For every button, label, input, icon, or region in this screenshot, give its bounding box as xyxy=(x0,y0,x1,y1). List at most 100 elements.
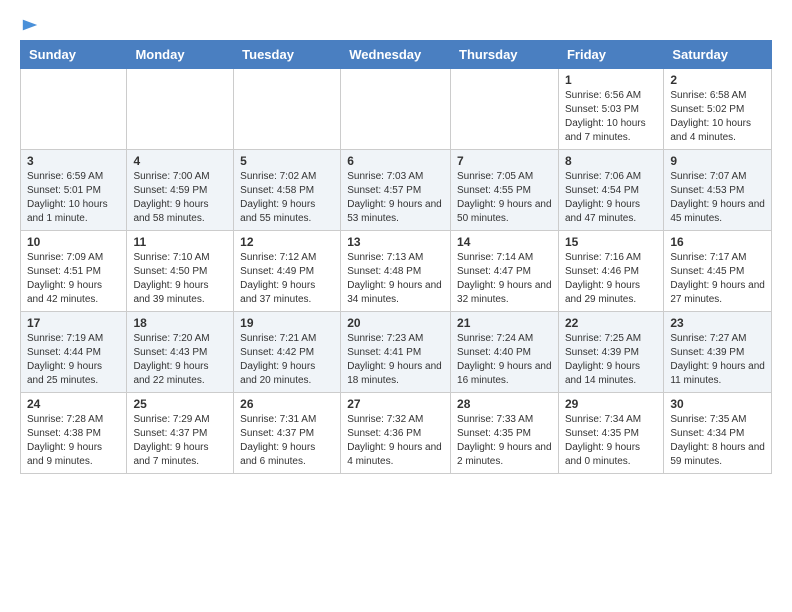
day-info: Sunrise: 7:28 AM Sunset: 4:38 PM Dayligh… xyxy=(27,413,120,469)
calendar-cell: 8Sunrise: 7:06 AM Sunset: 4:54 PM Daylig… xyxy=(558,150,663,231)
calendar-cell: 16 Sunrise: 7:17 AM Sunset: 4:45 PM Dayli… xyxy=(664,231,772,312)
calendar-cell: 2Sunrise: 6:58 AM Sunset: 5:02 PM Daylig… xyxy=(664,69,772,150)
calendar-cell: 27 Sunrise: 7:32 AM Sunset: 4:36 PM Dayli… xyxy=(341,393,451,474)
day-info: Sunrise: 7:32 AM Sunset: 4:36 PM Dayligh… xyxy=(347,413,444,469)
day-number: 27 xyxy=(347,397,444,411)
day-number: 3 xyxy=(27,154,120,168)
day-number: 25 xyxy=(133,397,227,411)
calendar-cell: 22Sunrise: 7:25 AM Sunset: 4:39 PM Dayli… xyxy=(558,312,663,393)
day-number: 2 xyxy=(670,73,765,87)
day-info: Sunrise: 7:02 AM Sunset: 4:58 PM Dayligh… xyxy=(240,170,334,226)
week-row-5: 24 Sunrise: 7:28 AM Sunset: 4:38 PM Dayli… xyxy=(21,393,772,474)
calendar-cell: 25 Sunrise: 7:29 AM Sunset: 4:37 PM Dayli… xyxy=(127,393,234,474)
day-info: Sunrise: 7:00 AM Sunset: 4:59 PM Dayligh… xyxy=(133,170,227,226)
calendar-cell xyxy=(341,69,451,150)
day-number: 23 xyxy=(670,316,765,330)
calendar-cell: 1Sunrise: 6:56 AM Sunset: 5:03 PM Daylig… xyxy=(558,69,663,150)
day-info: Sunrise: 7:07 AM Sunset: 4:53 PM Dayligh… xyxy=(670,170,765,226)
week-row-1: 1Sunrise: 6:56 AM Sunset: 5:03 PM Daylig… xyxy=(21,69,772,150)
day-number: 6 xyxy=(347,154,444,168)
day-info: Sunrise: 7:21 AM Sunset: 4:42 PM Dayligh… xyxy=(240,332,334,388)
day-number: 28 xyxy=(457,397,552,411)
calendar-cell: 26 Sunrise: 7:31 AM Sunset: 4:37 PM Dayli… xyxy=(234,393,341,474)
day-info: Sunrise: 6:59 AM Sunset: 5:01 PM Dayligh… xyxy=(27,170,120,226)
calendar-cell: 24 Sunrise: 7:28 AM Sunset: 4:38 PM Dayli… xyxy=(21,393,127,474)
day-info: Sunrise: 7:10 AM Sunset: 4:50 PM Dayligh… xyxy=(133,251,227,307)
calendar-cell: 30Sunrise: 7:35 AM Sunset: 4:34 PM Dayli… xyxy=(664,393,772,474)
column-header-wednesday: Wednesday xyxy=(341,41,451,69)
column-header-thursday: Thursday xyxy=(451,41,559,69)
calendar-cell: 18Sunrise: 7:20 AM Sunset: 4:43 PM Dayli… xyxy=(127,312,234,393)
logo-arrow-icon xyxy=(21,16,39,34)
column-header-tuesday: Tuesday xyxy=(234,41,341,69)
calendar-cell: 20 Sunrise: 7:23 AM Sunset: 4:41 PM Dayli… xyxy=(341,312,451,393)
calendar-cell: 4 Sunrise: 7:00 AM Sunset: 4:59 PM Daylig… xyxy=(127,150,234,231)
calendar-cell: 21 Sunrise: 7:24 AM Sunset: 4:40 PM Dayli… xyxy=(451,312,559,393)
column-header-monday: Monday xyxy=(127,41,234,69)
day-number: 13 xyxy=(347,235,444,249)
day-info: Sunrise: 7:05 AM Sunset: 4:55 PM Dayligh… xyxy=(457,170,552,226)
day-number: 21 xyxy=(457,316,552,330)
calendar-cell: 3 Sunrise: 6:59 AM Sunset: 5:01 PM Daylig… xyxy=(21,150,127,231)
day-info: Sunrise: 7:17 AM Sunset: 4:45 PM Dayligh… xyxy=(670,251,765,307)
calendar-table: SundayMondayTuesdayWednesdayThursdayFrid… xyxy=(20,40,772,474)
day-info: Sunrise: 7:25 AM Sunset: 4:39 PM Dayligh… xyxy=(565,332,657,388)
calendar-cell: 11 Sunrise: 7:10 AM Sunset: 4:50 PM Dayli… xyxy=(127,231,234,312)
day-number: 24 xyxy=(27,397,120,411)
week-row-3: 10 Sunrise: 7:09 AM Sunset: 4:51 PM Dayli… xyxy=(21,231,772,312)
calendar-cell: 28Sunrise: 7:33 AM Sunset: 4:35 PM Dayli… xyxy=(451,393,559,474)
week-row-2: 3 Sunrise: 6:59 AM Sunset: 5:01 PM Daylig… xyxy=(21,150,772,231)
calendar-cell: 15 Sunrise: 7:16 AM Sunset: 4:46 PM Dayli… xyxy=(558,231,663,312)
day-number: 14 xyxy=(457,235,552,249)
day-number: 15 xyxy=(565,235,657,249)
day-info: Sunrise: 7:19 AM Sunset: 4:44 PM Dayligh… xyxy=(27,332,120,388)
day-number: 4 xyxy=(133,154,227,168)
calendar-cell xyxy=(234,69,341,150)
calendar-cell: 5 Sunrise: 7:02 AM Sunset: 4:58 PM Daylig… xyxy=(234,150,341,231)
calendar-cell: 23 Sunrise: 7:27 AM Sunset: 4:39 PM Dayli… xyxy=(664,312,772,393)
calendar-cell: 19 Sunrise: 7:21 AM Sunset: 4:42 PM Dayli… xyxy=(234,312,341,393)
day-info: Sunrise: 7:23 AM Sunset: 4:41 PM Dayligh… xyxy=(347,332,444,388)
day-info: Sunrise: 7:03 AM Sunset: 4:57 PM Dayligh… xyxy=(347,170,444,226)
calendar-header: SundayMondayTuesdayWednesdayThursdayFrid… xyxy=(21,41,772,69)
day-info: Sunrise: 7:16 AM Sunset: 4:46 PM Dayligh… xyxy=(565,251,657,307)
day-number: 10 xyxy=(27,235,120,249)
day-info: Sunrise: 7:14 AM Sunset: 4:47 PM Dayligh… xyxy=(457,251,552,307)
logo xyxy=(20,16,39,30)
calendar-cell: 14 Sunrise: 7:14 AM Sunset: 4:47 PM Dayli… xyxy=(451,231,559,312)
day-number: 9 xyxy=(670,154,765,168)
calendar-cell: 10 Sunrise: 7:09 AM Sunset: 4:51 PM Dayli… xyxy=(21,231,127,312)
day-info: Sunrise: 7:12 AM Sunset: 4:49 PM Dayligh… xyxy=(240,251,334,307)
day-info: Sunrise: 6:56 AM Sunset: 5:03 PM Dayligh… xyxy=(565,89,657,145)
day-info: Sunrise: 7:24 AM Sunset: 4:40 PM Dayligh… xyxy=(457,332,552,388)
week-row-4: 17 Sunrise: 7:19 AM Sunset: 4:44 PM Dayli… xyxy=(21,312,772,393)
calendar-cell: 17 Sunrise: 7:19 AM Sunset: 4:44 PM Dayli… xyxy=(21,312,127,393)
day-number: 16 xyxy=(670,235,765,249)
day-number: 20 xyxy=(347,316,444,330)
calendar-cell: 6 Sunrise: 7:03 AM Sunset: 4:57 PM Daylig… xyxy=(341,150,451,231)
day-info: Sunrise: 7:06 AM Sunset: 4:54 PM Dayligh… xyxy=(565,170,657,226)
calendar-body: 1Sunrise: 6:56 AM Sunset: 5:03 PM Daylig… xyxy=(21,69,772,474)
calendar-cell xyxy=(21,69,127,150)
day-number: 19 xyxy=(240,316,334,330)
calendar-cell: 13 Sunrise: 7:13 AM Sunset: 4:48 PM Dayli… xyxy=(341,231,451,312)
day-info: Sunrise: 7:09 AM Sunset: 4:51 PM Dayligh… xyxy=(27,251,120,307)
day-number: 30 xyxy=(670,397,765,411)
day-info: Sunrise: 7:29 AM Sunset: 4:37 PM Dayligh… xyxy=(133,413,227,469)
day-number: 18 xyxy=(133,316,227,330)
day-number: 11 xyxy=(133,235,227,249)
page: SundayMondayTuesdayWednesdayThursdayFrid… xyxy=(0,0,792,494)
day-info: Sunrise: 7:31 AM Sunset: 4:37 PM Dayligh… xyxy=(240,413,334,469)
day-info: Sunrise: 7:27 AM Sunset: 4:39 PM Dayligh… xyxy=(670,332,765,388)
day-number: 26 xyxy=(240,397,334,411)
calendar-cell: 7Sunrise: 7:05 AM Sunset: 4:55 PM Daylig… xyxy=(451,150,559,231)
day-info: Sunrise: 7:13 AM Sunset: 4:48 PM Dayligh… xyxy=(347,251,444,307)
calendar-cell xyxy=(451,69,559,150)
day-number: 5 xyxy=(240,154,334,168)
day-number: 29 xyxy=(565,397,657,411)
header-row: SundayMondayTuesdayWednesdayThursdayFrid… xyxy=(21,41,772,69)
day-info: Sunrise: 7:34 AM Sunset: 4:35 PM Dayligh… xyxy=(565,413,657,469)
day-number: 17 xyxy=(27,316,120,330)
day-number: 12 xyxy=(240,235,334,249)
calendar-cell: 29 Sunrise: 7:34 AM Sunset: 4:35 PM Dayli… xyxy=(558,393,663,474)
